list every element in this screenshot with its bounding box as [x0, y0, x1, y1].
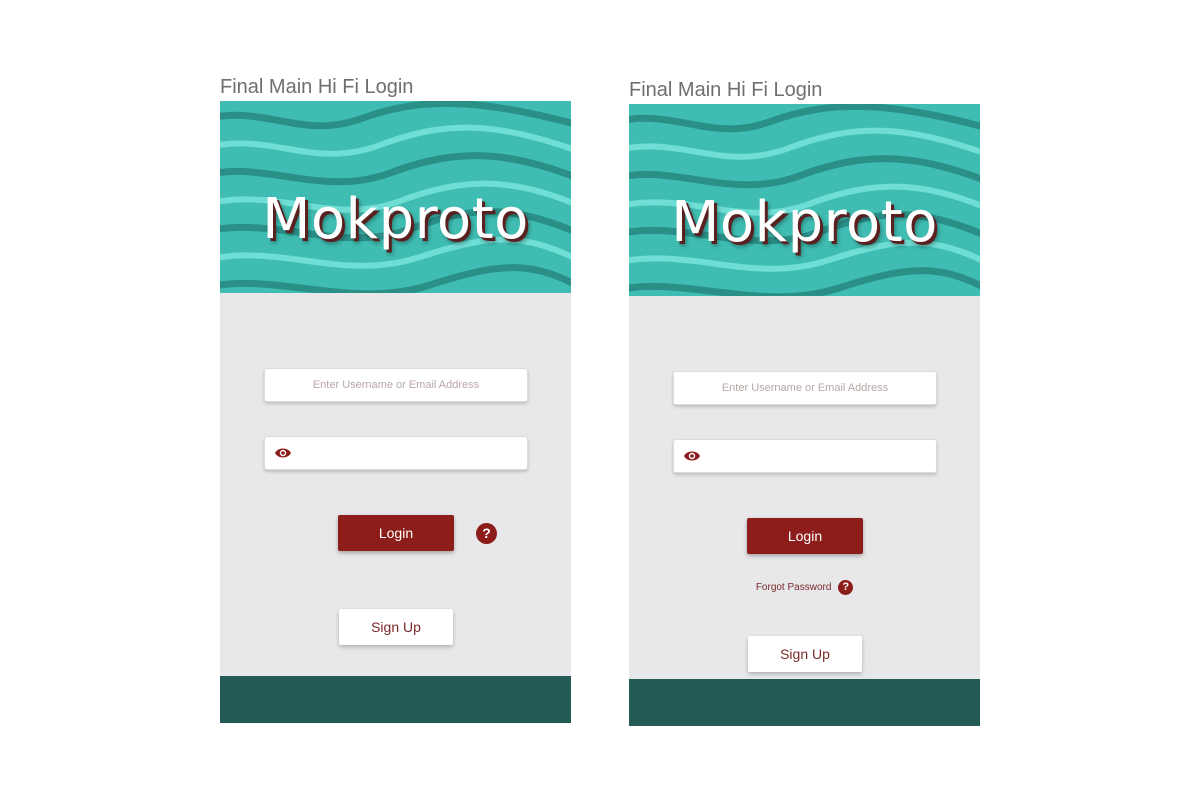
signup-button[interactable]: Sign Up — [339, 609, 453, 645]
password-field[interactable] — [264, 436, 528, 470]
hero-banner: Mokproto — [629, 104, 980, 296]
forgot-password-row: Forgot Password ? — [629, 579, 980, 597]
login-frame-1: Final Main Hi Fi Login Mokproto Enter Us… — [220, 74, 571, 723]
forgot-password-link[interactable]: Forgot Password — [756, 582, 832, 593]
username-field[interactable]: Enter Username or Email Address — [264, 368, 528, 402]
question-circle-icon[interactable]: ? — [838, 579, 854, 595]
username-field[interactable]: Enter Username or Email Address — [673, 371, 937, 405]
login-frame-2: Final Main Hi Fi Login Mokproto Enter Us… — [629, 77, 980, 726]
signup-button[interactable]: Sign Up — [748, 636, 862, 672]
question-circle-icon[interactable]: ? — [476, 523, 497, 544]
app-logo: Mokproto — [671, 190, 938, 255]
hero-banner: Mokproto — [220, 101, 571, 293]
footer-bar — [220, 676, 571, 723]
eye-icon[interactable] — [683, 449, 701, 463]
app-logo: Mokproto — [262, 187, 529, 252]
username-placeholder: Enter Username or Email Address — [721, 382, 889, 394]
eye-icon[interactable] — [274, 446, 292, 460]
username-placeholder: Enter Username or Email Address — [312, 379, 480, 391]
login-screen: Mokproto Enter Username or Email Address… — [220, 101, 571, 723]
frame-title: Final Main Hi Fi Login — [629, 79, 823, 101]
login-button[interactable]: Login — [338, 515, 454, 551]
password-field[interactable] — [673, 439, 937, 473]
frame-title: Final Main Hi Fi Login — [220, 76, 414, 98]
footer-bar — [629, 679, 980, 726]
login-button[interactable]: Login — [747, 518, 863, 554]
login-screen: Mokproto Enter Username or Email Address… — [629, 104, 980, 726]
